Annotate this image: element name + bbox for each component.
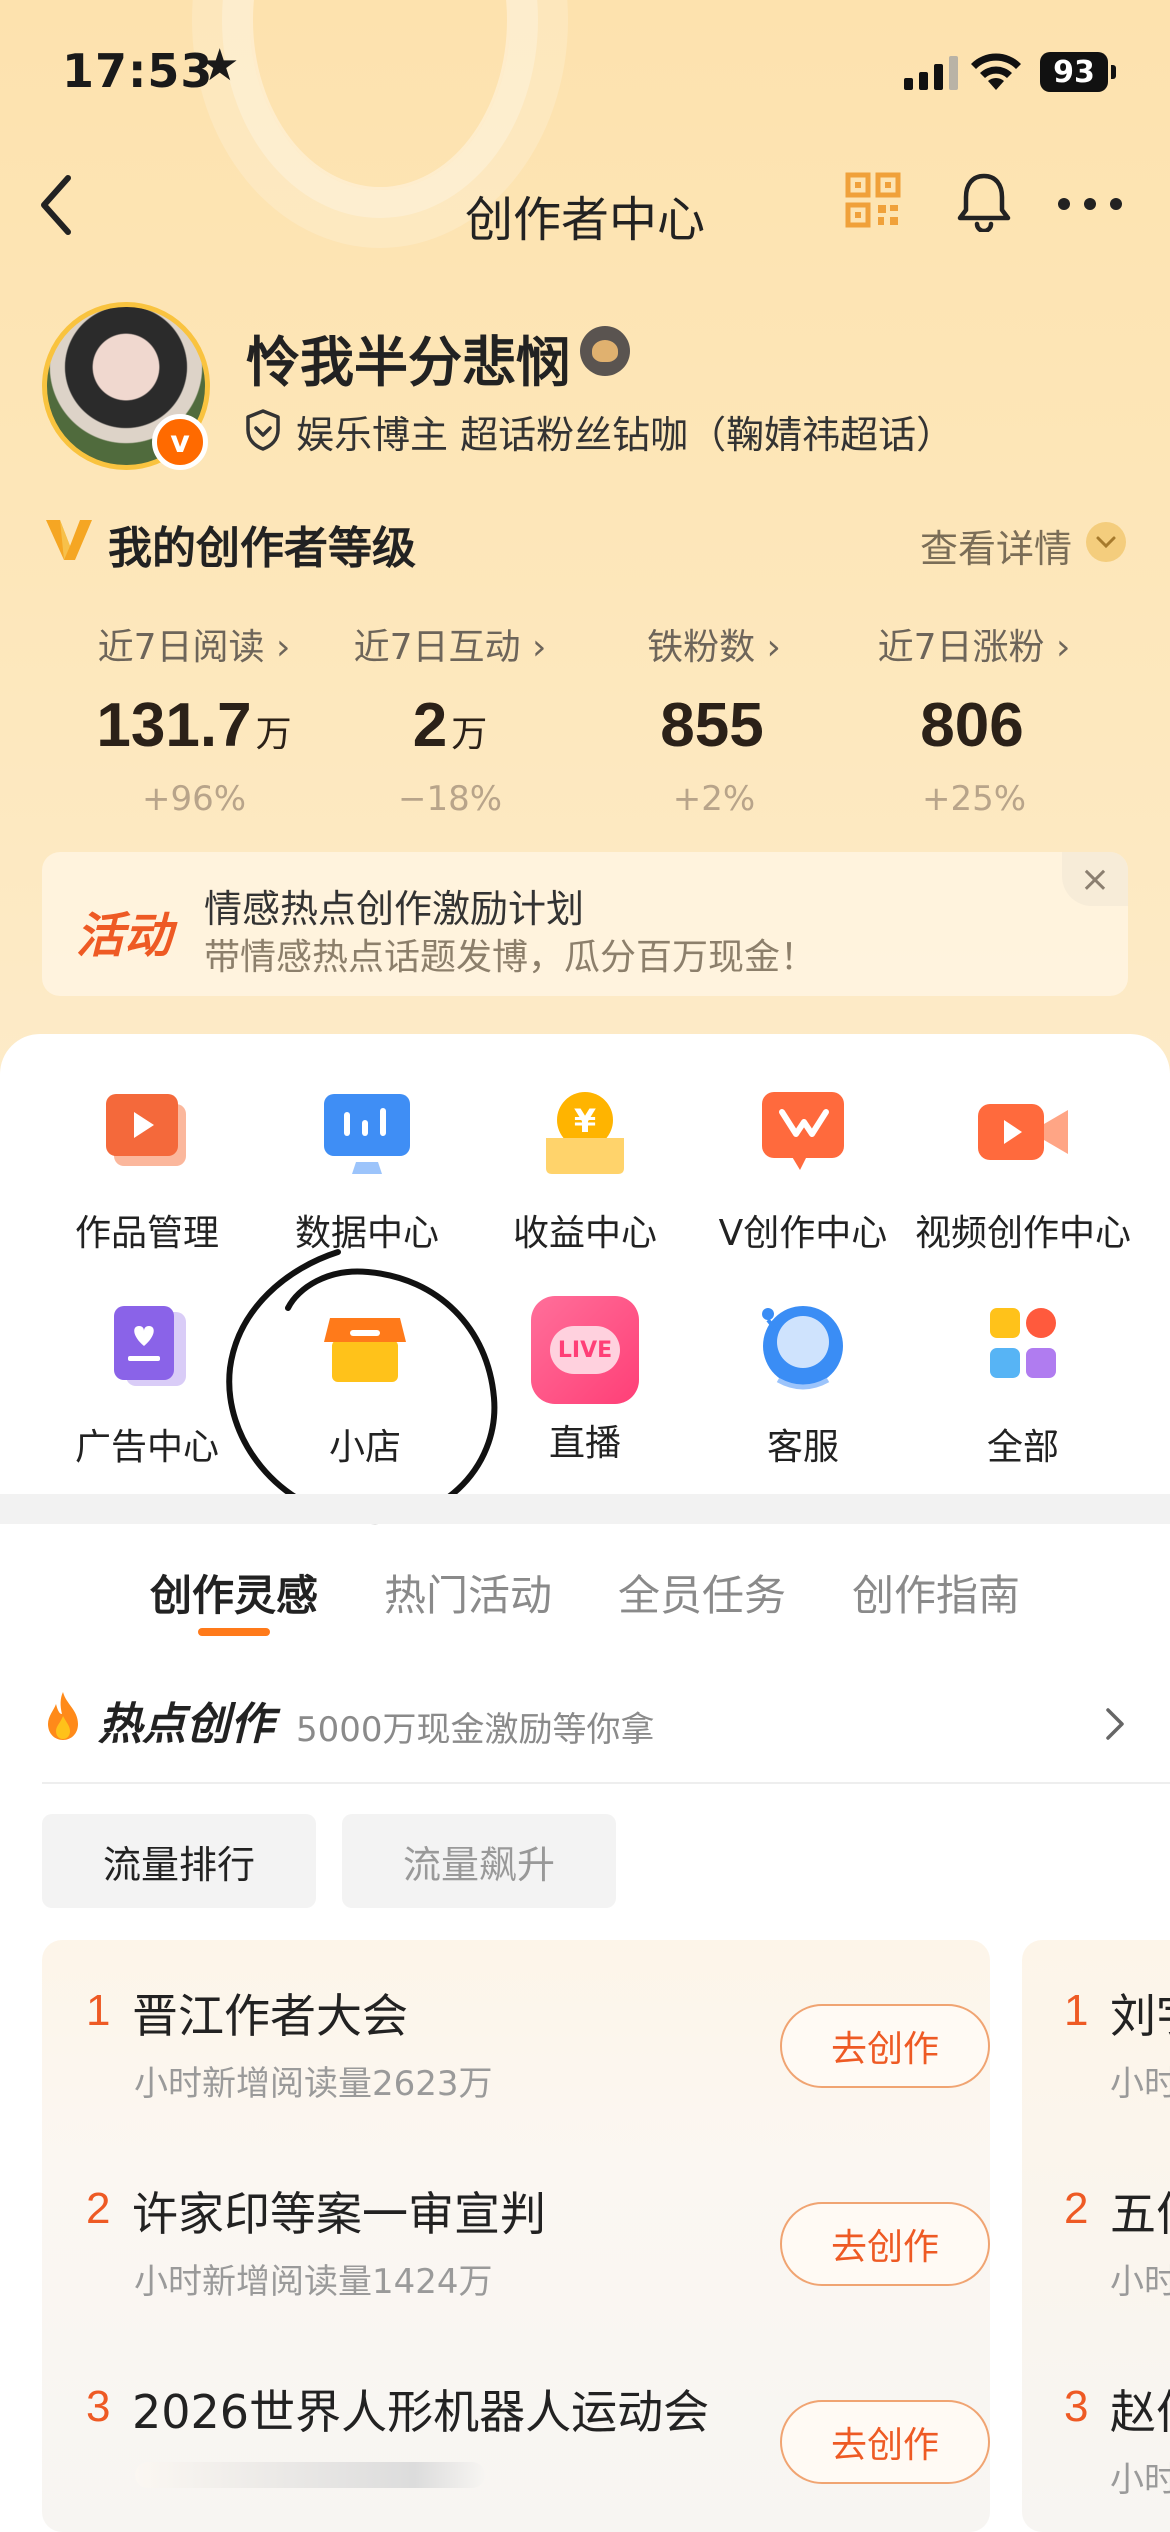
status-time: 17:53 <box>62 44 214 98</box>
rank-title[interactable]: 刘宇 <box>1110 1980 1170 2046</box>
grid-item-video[interactable]: 视频创作中心 <box>906 1082 1140 1256</box>
chevron-down-icon[interactable] <box>1086 522 1126 562</box>
user-title: 娱乐博主 超话粉丝钻咖（鞠婧祎超话） <box>296 413 955 457</box>
username: 怜我半分悲悯 <box>246 331 570 394</box>
creator-level-title: 我的创作者等级 <box>108 523 416 574</box>
ad-icon <box>114 1306 186 1386</box>
stat-interactions[interactable]: 近7日互动 › 2万 −18% <box>320 618 580 819</box>
grid-item-works[interactable]: 作品管理 <box>30 1082 264 1256</box>
income-icon: ¥ <box>546 1092 624 1174</box>
rank-subtitle: 小时 <box>1110 2262 1170 2302</box>
works-icon <box>106 1094 186 1166</box>
stat-label: 近7日涨粉 › <box>877 627 1071 668</box>
grid-item-all[interactable]: 全部 <box>906 1296 1140 1470</box>
tab-all-tasks[interactable]: 全员任务 <box>618 1562 786 1623</box>
stat-label: 近7日阅读 › <box>97 627 291 668</box>
stat-value: 806 <box>920 691 1024 760</box>
tab-inspiration[interactable]: 创作灵感 <box>150 1562 318 1623</box>
grid-item-service[interactable]: 客服 <box>686 1296 920 1470</box>
tab-guide[interactable]: 创作指南 <box>852 1562 1020 1623</box>
grid-label: 全部 <box>986 1427 1059 1468</box>
chip-traffic-ranking[interactable]: 流量排行 <box>42 1814 316 1908</box>
rank-number: 3 <box>1064 2382 1089 2431</box>
ranking-card-next: 1 刘宇 小时 2 五何 小时 3 赵伯 小时 <box>1022 1940 1170 2532</box>
wifi-icon <box>971 53 1021 90</box>
rank-subtitle: 小时 <box>1110 2460 1170 2500</box>
view-details-link[interactable]: 查看详情 <box>920 518 1072 573</box>
service-icon <box>762 1306 843 1390</box>
ranking-card: 1 晋江作者大会 小时新增阅读量2623万 去创作 2 许家印等案一审宣判 小时… <box>42 1940 990 2532</box>
rank-number: 1 <box>1064 1986 1089 2035</box>
more-options-icon[interactable] <box>1058 198 1122 210</box>
rank-subtitle: 小时新增阅读量1424万 <box>134 2262 493 2302</box>
video-icon <box>978 1104 1068 1160</box>
rank-title[interactable]: 晋江作者大会 <box>132 1980 408 2046</box>
rank-title[interactable]: 许家印等案一审宣判 <box>132 2178 546 2244</box>
hand-drawn-circle <box>226 1249 498 1525</box>
rank-number: 2 <box>86 2184 111 2233</box>
verified-badge-icon: v <box>152 414 208 470</box>
banner-title: 情感热点创作激励计划 <box>204 887 585 931</box>
grid-item-data[interactable]: 数据中心 <box>250 1082 484 1256</box>
star-icon: ★ <box>200 40 240 91</box>
go-create-button[interactable]: 去创作 <box>780 2004 990 2088</box>
svg-text:¥: ¥ <box>574 1102 596 1140</box>
section-separator <box>0 1494 1170 1524</box>
redacted-text <box>135 2462 485 2488</box>
rank-subtitle: 小时 <box>1110 2064 1170 2104</box>
stat-change: −18% <box>397 779 503 819</box>
tools-panel: 作品管理 数据中心 ¥ 收益中心 V创作中心 视频创作中心 广告中心 小店 LI… <box>0 1034 1170 1494</box>
grid-item-income[interactable]: ¥ 收益中心 <box>468 1082 702 1256</box>
chevron-right-icon[interactable] <box>1100 1704 1130 1744</box>
live-icon: LIVE <box>531 1296 639 1404</box>
go-create-button[interactable]: 去创作 <box>780 2202 990 2286</box>
activity-banner[interactable]: 活动 情感热点创作激励计划 带情感热点话题发博，瓜分百万现金！ × <box>42 852 1128 996</box>
grid-label: 视频创作中心 <box>914 1213 1131 1254</box>
hot-creation-subtitle: 5000万现金激励等你拿 <box>296 1710 655 1750</box>
chip-traffic-rising[interactable]: 流量飙升 <box>342 1814 616 1908</box>
rank-title[interactable]: 2026世界人形机器人运动会 <box>132 2376 709 2442</box>
stat-label: 近7日互动 › <box>353 627 547 668</box>
close-icon[interactable]: × <box>1062 852 1128 906</box>
rank-subtitle: 小时新增阅读量2623万 <box>134 2064 493 2104</box>
grid-label: V创作中心 <box>718 1213 888 1254</box>
data-icon <box>324 1094 410 1174</box>
banner-tag: 活动 <box>76 908 173 964</box>
hot-creation-title: 热点创作 <box>98 1699 274 1750</box>
stat-iron-fans[interactable]: 铁粉数 › 855 +2% <box>584 618 844 819</box>
active-tab-indicator <box>198 1628 270 1636</box>
grid-item-v-creator[interactable]: V创作中心 <box>686 1082 920 1256</box>
divider <box>42 1782 1170 1784</box>
user-medal-icon[interactable] <box>580 326 630 376</box>
stat-change: +2% <box>672 779 756 819</box>
all-icon <box>990 1308 1056 1378</box>
banner-subtitle: 带情感热点话题发博，瓜分百万现金！ <box>204 937 817 978</box>
stat-change: +96% <box>141 779 247 819</box>
qr-code-icon[interactable] <box>845 172 901 228</box>
tab-hot-events[interactable]: 热门活动 <box>384 1562 552 1623</box>
fire-icon <box>48 1692 78 1740</box>
stat-value: 855 <box>660 691 764 760</box>
rank-title[interactable]: 赵伯 <box>1110 2376 1170 2442</box>
stat-change: +25% <box>921 779 1027 819</box>
stat-value: 131.7 万 <box>96 691 292 760</box>
rank-number: 3 <box>86 2382 111 2431</box>
v-level-icon <box>46 520 92 560</box>
cellular-signal-icon <box>904 56 958 90</box>
go-create-button[interactable]: 去创作 <box>780 2400 990 2484</box>
stat-new-followers[interactable]: 近7日涨粉 › 806 +25% <box>844 618 1104 819</box>
stat-label: 铁粉数 › <box>647 627 781 668</box>
grid-label: 客服 <box>766 1427 839 1468</box>
stat-value: 2万 <box>412 691 488 760</box>
v-creator-icon <box>762 1092 844 1170</box>
bell-icon[interactable] <box>954 170 1014 232</box>
battery-icon: 93 <box>1040 52 1116 92</box>
shield-icon <box>246 409 280 451</box>
stat-reads[interactable]: 近7日阅读 › 131.7 万 +96% <box>64 618 324 819</box>
rank-title[interactable]: 五何 <box>1110 2178 1170 2244</box>
rank-number: 1 <box>86 1986 111 2035</box>
rank-number: 2 <box>1064 2184 1089 2233</box>
